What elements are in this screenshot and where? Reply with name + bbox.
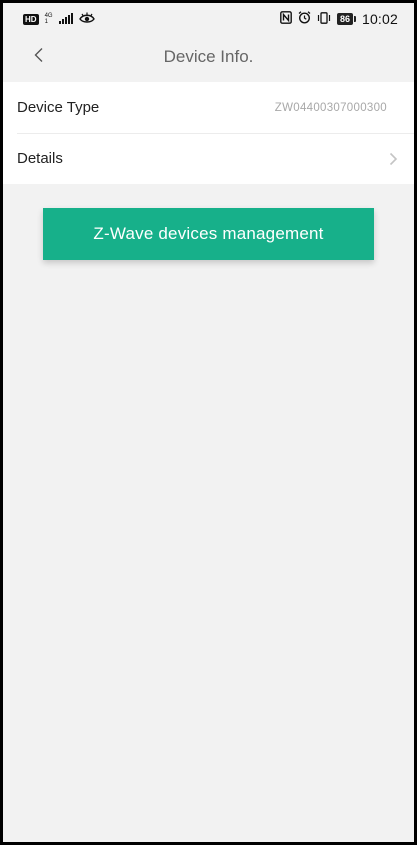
status-left: HD 4G 1	[23, 12, 95, 27]
battery-tip	[353, 16, 356, 22]
back-button[interactable]	[27, 45, 51, 69]
phone-screen: HD 4G 1 86 10:02 Device Info. Device Typ…	[3, 3, 414, 842]
device-info-list: Device Type ZW04400307000300 Details	[3, 82, 414, 184]
battery-level: 86	[336, 13, 353, 25]
device-type-value: ZW04400307000300	[274, 101, 387, 114]
chevron-left-icon	[33, 47, 45, 68]
nfc-icon	[280, 11, 292, 27]
device-type-label: Device Type	[17, 99, 100, 116]
alarm-icon	[298, 11, 311, 27]
status-bar: HD 4G 1 86 10:02	[3, 3, 414, 35]
battery-icon: 86	[336, 13, 356, 25]
nav-bar: Device Info.	[3, 35, 414, 79]
network-sim: 1	[44, 19, 48, 25]
eye-icon	[78, 12, 95, 27]
signal-icon	[58, 12, 73, 27]
zwave-management-button[interactable]: Z-Wave devices management	[43, 208, 374, 260]
chevron-right-icon	[386, 152, 400, 166]
list-item-details[interactable]: Details	[3, 133, 414, 184]
network-indicator: 4G 1	[45, 13, 53, 25]
details-label: Details	[17, 150, 63, 167]
list-item-device-type: Device Type ZW04400307000300	[3, 82, 414, 133]
status-time: 10:02	[361, 11, 398, 27]
vibrate-icon	[317, 11, 331, 27]
status-right: 86 10:02	[280, 11, 398, 27]
page-title: Device Info.	[163, 47, 254, 66]
hd-badge: HD	[23, 13, 39, 25]
